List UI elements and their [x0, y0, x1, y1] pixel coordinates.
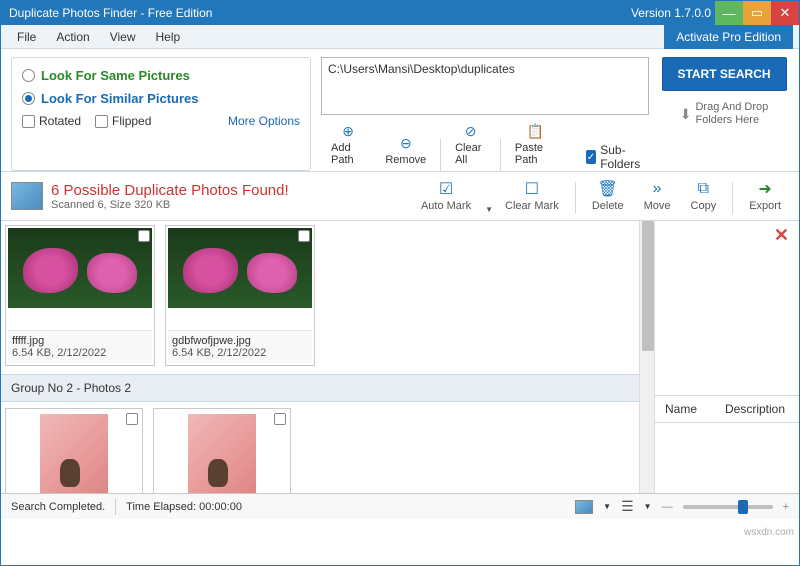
- thumbnail-view-button[interactable]: [575, 500, 593, 514]
- status-text: Search Completed.: [11, 501, 105, 513]
- square-icon: ☐: [522, 180, 542, 198]
- chevron-down-icon[interactable]: ▼: [644, 502, 652, 511]
- menu-action[interactable]: Action: [46, 30, 99, 44]
- close-panel-button[interactable]: ✕: [655, 221, 799, 250]
- app-title: Duplicate Photos Finder - Free Edition: [9, 6, 212, 20]
- chevron-down-icon[interactable]: ▼: [603, 502, 611, 511]
- minus-icon: ⊖: [397, 134, 415, 152]
- photo-thumbnail: [40, 414, 108, 493]
- radio-same-pictures[interactable]: Look For Same Pictures: [22, 68, 300, 83]
- clear-icon: ⊘: [462, 122, 480, 140]
- search-options-panel: Look For Same Pictures Look For Similar …: [11, 57, 311, 171]
- scrollbar[interactable]: [639, 221, 655, 493]
- thumbnail-pane: fffff.jpg 6.54 KB, 2/12/2022 gdbfwofjpwe…: [1, 221, 639, 493]
- paste-path-button[interactable]: 📋Paste Path: [505, 119, 566, 171]
- dropdown-icon[interactable]: ▼: [485, 205, 493, 214]
- version-label: Version 1.7.0.0: [631, 6, 715, 20]
- result-headline: 6 Possible Duplicate Photos Found!: [51, 182, 289, 199]
- checkbox-flipped[interactable]: Flipped: [95, 114, 151, 128]
- copy-button[interactable]: ⧉Copy: [683, 178, 725, 214]
- checkbox-icon: ☑: [436, 180, 456, 198]
- filename: fffff.jpg: [12, 335, 148, 347]
- export-icon: ➜: [755, 180, 775, 198]
- clear-mark-button[interactable]: ☐Clear Mark: [497, 178, 567, 214]
- maximize-button[interactable]: ▭: [743, 1, 771, 25]
- radio-icon: [22, 92, 35, 105]
- path-list[interactable]: C:\Users\Mansi\Desktop\duplicates: [321, 57, 649, 115]
- details-col-desc: Description: [725, 402, 785, 416]
- thumbnail-card[interactable]: fffff.jpg 6.54 KB, 2/12/2022: [5, 225, 155, 366]
- menu-help[interactable]: Help: [146, 30, 191, 44]
- copy-icon: ⧉: [693, 180, 713, 198]
- select-checkbox[interactable]: [138, 230, 150, 242]
- status-bar: Search Completed. Time Elapsed: 00:00:00…: [1, 493, 799, 519]
- result-bar: 6 Possible Duplicate Photos Found! Scann…: [1, 172, 799, 221]
- file-meta: 6.54 KB, 2/12/2022: [172, 347, 308, 359]
- add-path-button[interactable]: ⊕Add Path: [321, 119, 375, 171]
- checkbox-subfolders[interactable]: ✓ Sub-Folders: [586, 143, 649, 171]
- select-checkbox[interactable]: [298, 230, 310, 242]
- time-elapsed-label: Time Elapsed:: [126, 501, 196, 513]
- select-checkbox[interactable]: [274, 413, 286, 425]
- result-subtext: Scanned 6, Size 320 KB: [51, 199, 289, 211]
- drag-drop-hint: ⬇ Drag And DropFolders Here: [680, 101, 769, 127]
- photos-icon: [11, 182, 43, 210]
- time-elapsed-value: 00:00:00: [199, 501, 242, 513]
- more-options-link[interactable]: More Options: [228, 114, 300, 128]
- activate-pro-button[interactable]: Activate Pro Edition: [664, 25, 793, 49]
- radio-similar-pictures[interactable]: Look For Similar Pictures: [22, 91, 300, 106]
- menu-file[interactable]: File: [7, 30, 46, 44]
- minimize-button[interactable]: —: [715, 1, 743, 25]
- export-button[interactable]: ➜Export: [741, 178, 789, 214]
- close-button[interactable]: ✕: [771, 1, 799, 25]
- details-pane: ✕ Name Description: [655, 221, 799, 493]
- move-icon: »: [647, 180, 667, 198]
- thumbnail-card[interactable]: [153, 408, 291, 493]
- download-icon: ⬇: [680, 106, 692, 123]
- remove-path-button[interactable]: ⊖Remove: [375, 131, 436, 171]
- zoom-slider[interactable]: [683, 505, 773, 509]
- start-search-button[interactable]: START SEARCH: [662, 57, 787, 91]
- group-header: Group No 2 - Photos 2: [1, 374, 639, 402]
- auto-mark-button[interactable]: ☑Auto Mark: [413, 178, 479, 214]
- move-button[interactable]: »Move: [636, 178, 679, 214]
- menu-bar: File Action View Help Activate Pro Editi…: [1, 25, 799, 49]
- trash-icon: 🗑: [598, 180, 618, 198]
- clear-all-button[interactable]: ⊘Clear All: [445, 119, 496, 171]
- photo-thumbnail: [188, 414, 256, 493]
- title-bar: Duplicate Photos Finder - Free Edition V…: [1, 1, 799, 25]
- file-meta: 6.54 KB, 2/12/2022: [12, 347, 148, 359]
- thumbnail-card[interactable]: [5, 408, 143, 493]
- radio-icon: [22, 69, 35, 82]
- menu-view[interactable]: View: [100, 30, 146, 44]
- filename: gdbfwofjpwe.jpg: [172, 335, 308, 347]
- delete-button[interactable]: 🗑Delete: [584, 178, 632, 214]
- plus-icon: ⊕: [339, 122, 357, 140]
- checkmark-icon: ✓: [586, 150, 596, 164]
- clipboard-icon: 📋: [526, 122, 544, 140]
- watermark: wsxdn.com: [744, 527, 794, 538]
- select-checkbox[interactable]: [126, 413, 138, 425]
- checkbox-rotated[interactable]: Rotated: [22, 114, 81, 128]
- details-col-name: Name: [665, 402, 725, 416]
- thumbnail-card[interactable]: gdbfwofjpwe.jpg 6.54 KB, 2/12/2022: [165, 225, 315, 366]
- list-view-button[interactable]: ☰: [621, 498, 634, 515]
